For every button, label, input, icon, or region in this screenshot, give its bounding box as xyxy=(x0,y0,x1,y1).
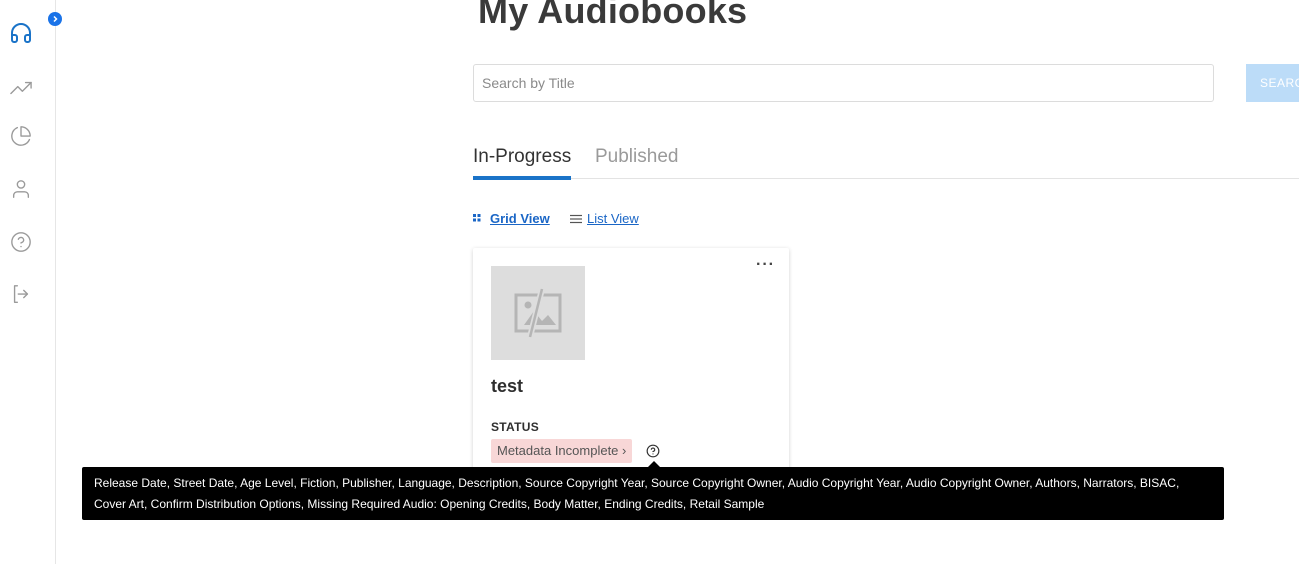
logout-icon xyxy=(13,285,29,303)
page-title: My Audiobooks xyxy=(478,0,748,31)
image-placeholder-icon xyxy=(514,288,562,338)
sidebar xyxy=(0,0,56,564)
grid-icon xyxy=(473,213,481,221)
search-button[interactable]: SEARCH xyxy=(1246,64,1299,102)
list-icon xyxy=(570,214,582,223)
pie-chart-icon xyxy=(11,126,31,146)
sidebar-item-account[interactable] xyxy=(8,176,34,202)
book-title[interactable]: test xyxy=(491,376,523,397)
list-view-toggle[interactable]: List View xyxy=(570,211,639,226)
user-icon xyxy=(12,180,30,198)
search-input[interactable] xyxy=(473,64,1214,102)
list-view-label: List View xyxy=(587,211,639,226)
status-label: STATUS xyxy=(491,420,540,434)
help-circle-icon[interactable] xyxy=(646,444,660,458)
sidebar-collapse-toggle[interactable] xyxy=(48,12,62,26)
sidebar-item-audiobooks[interactable] xyxy=(8,20,34,46)
audiobook-card[interactable]: ··· test STATUS Metadata Incomplete › xyxy=(473,248,789,488)
headphones-icon xyxy=(11,23,31,43)
grid-view-label: Grid View xyxy=(490,211,550,226)
sidebar-item-help[interactable] xyxy=(8,229,34,255)
sidebar-item-reports[interactable] xyxy=(8,123,34,149)
chevron-right-icon: › xyxy=(622,443,627,458)
grid-view-toggle[interactable]: Grid View xyxy=(473,211,550,226)
more-horizontal-icon[interactable]: ··· xyxy=(756,256,775,274)
status-tabs: In-Progress Published xyxy=(473,146,1299,180)
sidebar-item-logout[interactable] xyxy=(8,281,34,307)
status-badge[interactable]: Metadata Incomplete › xyxy=(491,439,633,463)
sidebar-item-analytics[interactable] xyxy=(8,75,34,101)
tab-published[interactable]: Published xyxy=(595,146,678,176)
cover-placeholder xyxy=(491,266,585,360)
status-value: Metadata Incomplete xyxy=(497,443,619,458)
missing-fields-tooltip: Release Date, Street Date, Age Level, Fi… xyxy=(82,467,1224,520)
chevron-right-icon xyxy=(53,15,58,23)
help-circle-icon xyxy=(11,232,31,252)
tab-in-progress[interactable]: In-Progress xyxy=(473,146,572,180)
trending-up-icon xyxy=(10,81,32,95)
